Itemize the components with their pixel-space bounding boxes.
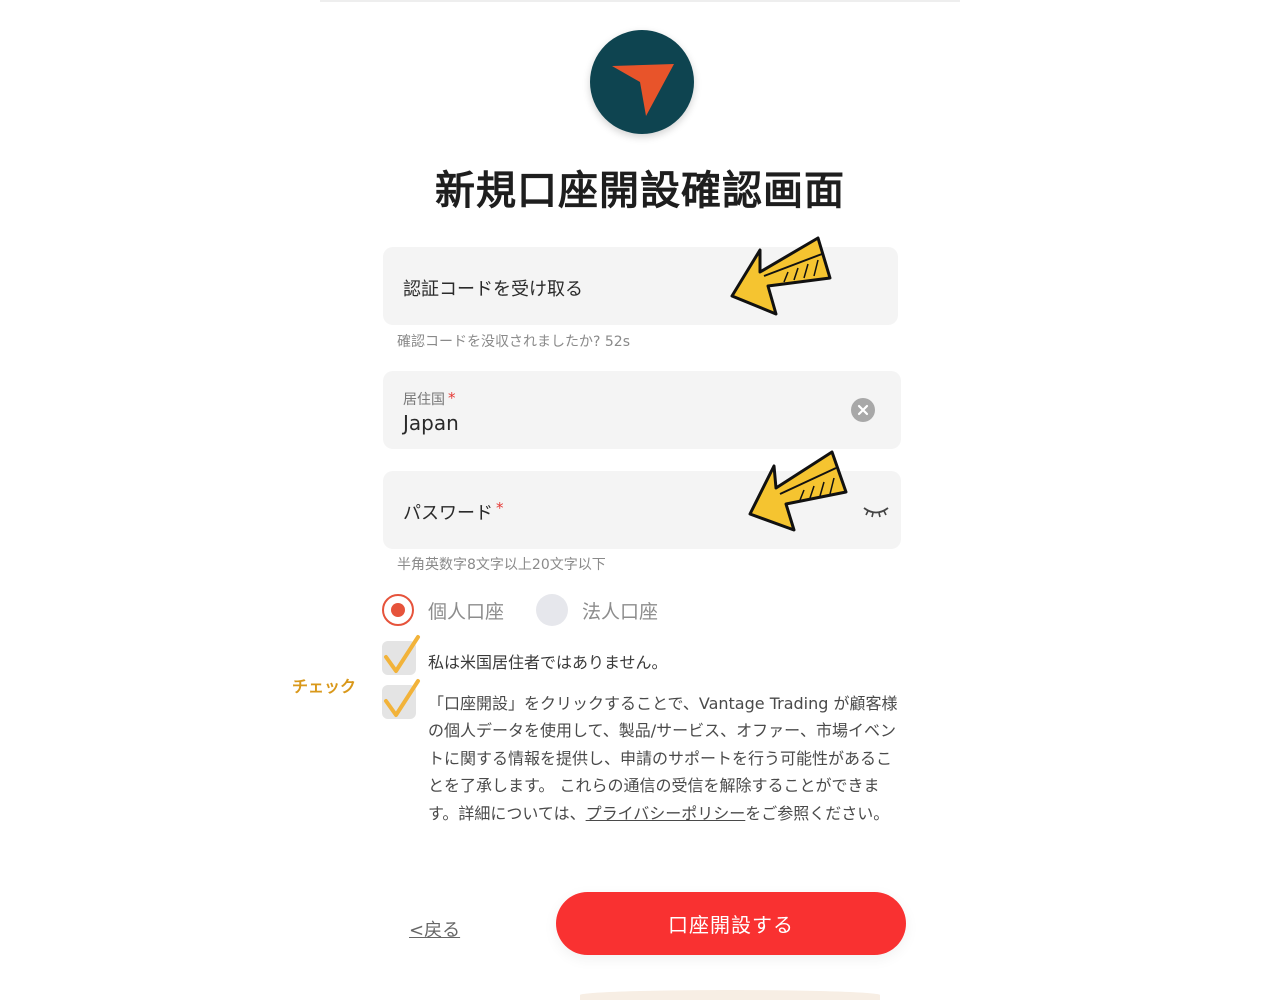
radio-corporate-label: 法人口座 <box>582 600 659 623</box>
logo-arrow-icon <box>612 64 674 116</box>
radio-unselected-icon <box>536 594 568 626</box>
check-annotation: チェック <box>292 677 357 696</box>
country-field[interactable]: 居住国 * Japan <box>383 371 901 449</box>
yellow-arrow-icon <box>730 236 832 316</box>
password-hint: 半角英数字8文字以上20文字以下 <box>397 557 606 573</box>
consent-checkbox[interactable] <box>382 679 420 719</box>
open-account-button[interactable]: 口座開設する <box>556 892 906 955</box>
password-label-text: パスワード <box>403 503 493 524</box>
required-mark: * <box>448 389 456 407</box>
consent-text: 「口座開設」をクリックすることで、Vantage Trading が顧客様の個人… <box>428 690 906 827</box>
brand-logo <box>590 30 694 134</box>
country-value: Japan <box>403 411 459 435</box>
radio-personal-account[interactable]: 個人口座 <box>382 594 504 626</box>
verification-code-hint: 確認コードを没収されましたか? 52s <box>397 334 630 350</box>
us-resident-checkbox[interactable] <box>382 635 420 675</box>
bottom-decoration <box>580 990 880 1000</box>
consent-suffix: をご参照ください。 <box>745 803 890 823</box>
top-divider <box>320 0 960 2</box>
yellow-arrow-icon <box>748 450 848 532</box>
country-label: 居住国 * <box>403 389 456 409</box>
password-label: パスワード * <box>403 499 504 525</box>
clear-circle-icon[interactable] <box>851 398 875 422</box>
country-label-text: 居住国 <box>403 392 445 408</box>
verification-code-label: 認証コードを受け取る <box>403 279 583 300</box>
radio-selected-icon <box>382 594 414 626</box>
check-mark-icon <box>384 635 420 673</box>
privacy-policy-link[interactable]: プライバシーポリシー <box>586 804 746 823</box>
page-title: 新規口座開設確認画面 <box>435 168 845 214</box>
required-mark: * <box>496 499 504 517</box>
radio-personal-label: 個人口座 <box>428 600 505 623</box>
back-link[interactable]: <戻る <box>409 916 460 942</box>
radio-corporate-account[interactable]: 法人口座 <box>536 594 658 626</box>
check-mark-icon <box>384 679 420 717</box>
us-resident-label: 私は米国居住者ではありません。 <box>428 653 668 672</box>
eye-closed-icon[interactable] <box>862 504 890 518</box>
